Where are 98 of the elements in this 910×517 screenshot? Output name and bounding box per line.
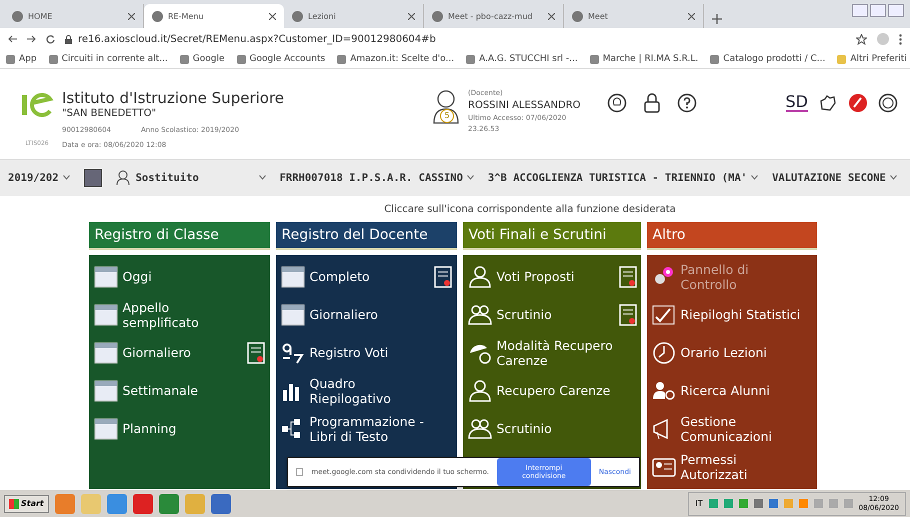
- calendar-icon: [92, 302, 118, 328]
- dropdown[interactable]: FRRH007018 I.P.S.A.R. CASSINO: [280, 172, 474, 184]
- user-name: ROSSINI ALESSANDRO: [468, 100, 581, 111]
- favicon-icon: [152, 10, 163, 22]
- favicon-icon: [12, 10, 23, 22]
- calendar-icon: [92, 340, 118, 366]
- document-icon[interactable]: [246, 342, 264, 364]
- close-icon[interactable]: [548, 12, 555, 20]
- help-icon[interactable]: [677, 93, 697, 113]
- calendar-icon: [92, 378, 118, 404]
- language-indicator[interactable]: IT: [695, 499, 703, 508]
- favicon-icon: [572, 10, 583, 22]
- column-header: Registro di Classe: [88, 222, 270, 250]
- browser-tab[interactable]: Meet - pbo-cazz-mud: [424, 4, 564, 28]
- bookmark[interactable]: Marche | RI.MA S.R.L.: [590, 54, 698, 64]
- caret-icon: [466, 175, 474, 180]
- dropdown[interactable]: VALUTAZIONE SECONE: [772, 172, 897, 184]
- browser-tab[interactable]: Lezioni: [284, 4, 424, 28]
- browser-tab[interactable]: Meet: [564, 4, 704, 28]
- menu-item[interactable]: Oggi: [92, 260, 266, 293]
- menu-item[interactable]: Planning: [92, 412, 266, 445]
- reload-icon[interactable]: [46, 34, 55, 44]
- person-icon: [466, 378, 492, 404]
- menu-item[interactable]: Giornaliero: [280, 298, 452, 331]
- menu-item[interactable]: Registro Voti: [280, 336, 452, 369]
- menu-item[interactable]: Modalità Recupero Carenze: [466, 336, 636, 369]
- caret-icon: [751, 175, 758, 180]
- taskbar-app-icon[interactable]: [132, 494, 153, 514]
- school-name: Istituto d'Istruzione Superiore: [62, 89, 286, 107]
- close-icon[interactable]: [128, 12, 135, 20]
- menu-item[interactable]: Recupero Carenze: [466, 374, 636, 407]
- close-icon[interactable]: [408, 12, 415, 20]
- instruction-text: Cliccare sull'icona corrispondente alla funzione desiderata: [384, 204, 676, 215]
- favicon-icon: [432, 10, 443, 22]
- calendar-icon: [280, 264, 306, 290]
- menu-item[interactable]: Settimanale: [92, 374, 266, 407]
- favicon-icon: [292, 10, 303, 22]
- menu-item[interactable]: Giornaliero: [92, 336, 266, 369]
- taskbar-app-icon[interactable]: [158, 494, 179, 514]
- menu-item[interactable]: Scrutinio: [466, 298, 636, 331]
- user-icon: [432, 89, 460, 125]
- url-field[interactable]: re16.axioscloud.it/Secret/REMenu.aspx?Customer_ID=90012980604#b: [78, 34, 436, 44]
- caret-icon: [258, 175, 266, 180]
- bookmark[interactable]: App: [6, 54, 37, 64]
- taskbar-app-icon[interactable]: [210, 494, 231, 514]
- menu-item[interactable]: Voti Proposti: [466, 260, 636, 293]
- menu-item[interactable]: Completo: [280, 260, 452, 293]
- menu-item[interactable]: Programmazione - Libri di Testo: [280, 412, 452, 445]
- bookmark[interactable]: Google: [180, 54, 225, 64]
- start-button[interactable]: Start: [4, 494, 49, 513]
- document-icon[interactable]: [434, 266, 452, 288]
- column-header: Registro del Docente: [276, 222, 456, 250]
- new-tab-icon[interactable]: [712, 14, 722, 24]
- column-header: Altro: [646, 222, 816, 250]
- menu-icon[interactable]: [899, 34, 902, 44]
- bookmark[interactable]: Circuiti in corrente alt...: [48, 54, 168, 64]
- menu-item[interactable]: Riepiloghi Statistici: [650, 298, 812, 331]
- dropdown[interactable]: Sostituito: [116, 170, 266, 186]
- round-badge-icon[interactable]: [878, 93, 898, 113]
- school-title: "SAN BENEDETTO": [62, 108, 158, 119]
- other-bookmarks[interactable]: Altri Preferiti: [837, 54, 907, 64]
- bookmark[interactable]: A.A.G. STUCCHI srl -...: [466, 54, 578, 64]
- menu-item[interactable]: Permessi Autorizzati: [650, 450, 812, 483]
- badge: 5: [440, 109, 454, 123]
- caret-icon: [890, 175, 897, 180]
- menu-item[interactable]: Ricerca Alunni: [650, 374, 812, 407]
- menu-item[interactable]: Orario Lezioni: [650, 336, 812, 369]
- forward-icon[interactable]: [27, 35, 36, 43]
- bookmark[interactable]: Google Accounts: [236, 54, 326, 64]
- close-icon[interactable]: [269, 12, 276, 20]
- calendar-icon: [280, 302, 306, 328]
- person-icon: [466, 264, 492, 290]
- caret-icon: [62, 175, 70, 180]
- star-icon[interactable]: [856, 34, 867, 44]
- bookmark[interactable]: Amazon.it: Scelte d'o...: [337, 54, 454, 64]
- menu-item[interactable]: Appello semplificato: [92, 298, 266, 331]
- dropdown[interactable]: 2019/202: [8, 172, 70, 184]
- person-icon: [116, 170, 132, 186]
- lock-icon: [65, 34, 72, 44]
- close-icon[interactable]: [688, 12, 695, 20]
- clock-icon: [650, 340, 676, 366]
- menu-item[interactable]: Gestione Comunicazioni: [650, 412, 812, 445]
- lock-icon[interactable]: [643, 93, 661, 113]
- calendar-icon: [92, 416, 118, 442]
- bookmark[interactable]: Catalogo prodotti / C...: [710, 54, 826, 64]
- browser-tab[interactable]: RE-Menu: [144, 4, 284, 28]
- circle-logo-icon[interactable]: [848, 93, 868, 113]
- column-header: Voti Finali e Scrutini: [462, 222, 640, 250]
- calendar-icon: [92, 264, 118, 290]
- sd-logo[interactable]: SD: [786, 94, 808, 112]
- dropdown[interactable]: 3^B ACCOGLIENZA TURISTICA - TRIENNIO (MA': [488, 172, 758, 184]
- document-icon[interactable]: [618, 266, 636, 288]
- menu-item[interactable]: Scrutinio: [466, 412, 636, 445]
- document-icon[interactable]: [618, 304, 636, 326]
- photo-icon[interactable]: [84, 168, 102, 187]
- back-icon[interactable]: [8, 35, 17, 43]
- window-icon: [296, 468, 304, 476]
- menu-item[interactable]: Quadro Riepilogativo: [280, 374, 452, 407]
